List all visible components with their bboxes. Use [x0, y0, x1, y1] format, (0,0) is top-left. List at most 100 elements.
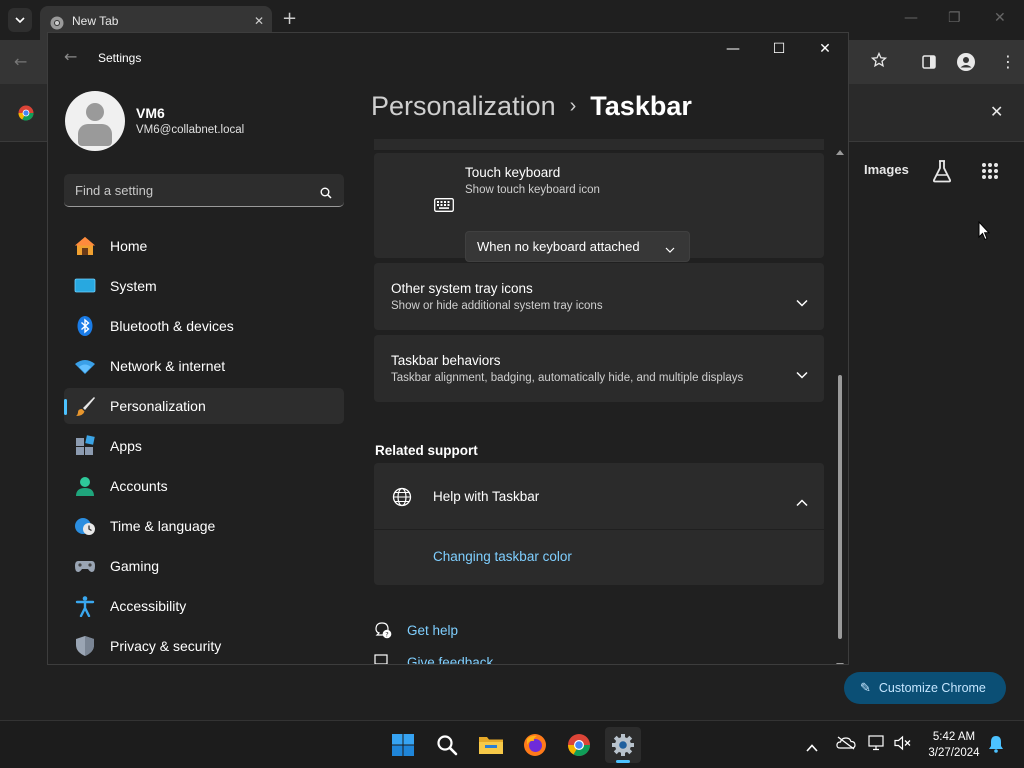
brush-icon — [74, 395, 96, 417]
close-icon[interactable]: ✕ — [254, 14, 264, 28]
bookmark-star-icon[interactable] — [870, 51, 888, 72]
window-title: Settings — [98, 51, 142, 65]
sidebar-item-label: Network & internet — [110, 358, 226, 374]
sidebar-item-apps[interactable]: Apps — [64, 428, 344, 464]
chevron-up-icon[interactable] — [806, 737, 818, 756]
kebab-menu-icon[interactable]: ⋮ — [1000, 52, 1016, 71]
taskbar-behaviors-card[interactable]: Taskbar behaviors Taskbar alignment, bad… — [374, 335, 824, 402]
new-tab-button[interactable]: + — [282, 8, 297, 29]
system-clock[interactable]: 5:42 AM 3/27/2024 — [918, 729, 990, 761]
sidebar-item-network[interactable]: Network & internet — [64, 348, 344, 384]
sidebar-item-label: Accounts — [110, 478, 168, 494]
back-arrow-icon[interactable]: ← — [64, 47, 77, 66]
previous-card-edge — [374, 139, 824, 151]
side-panel-icon[interactable] — [922, 54, 936, 73]
sidebar-item-accessibility[interactable]: Accessibility — [64, 588, 344, 624]
svg-text:?: ? — [385, 631, 388, 639]
sidebar-item-label: Accessibility — [110, 598, 187, 614]
touch-keyboard-dropdown[interactable]: When no keyboard attached — [465, 231, 690, 262]
close-button[interactable]: ✕ — [805, 41, 845, 61]
minimize-button[interactable]: — — [713, 41, 753, 61]
apps-icon — [74, 435, 96, 457]
profile-icon[interactable] — [957, 53, 975, 75]
back-arrow-icon[interactable]: ← — [14, 52, 27, 71]
get-help-link[interactable]: Get help — [407, 623, 458, 638]
settings-window: ← Settings — ☐ ✕ VM6 VM6@collabnet.local… — [47, 32, 849, 665]
sidebar-item-time-language[interactable]: Time & language — [64, 508, 344, 544]
breadcrumb: Personalization › Taskbar — [371, 91, 692, 122]
breadcrumb-parent[interactable]: Personalization — [371, 91, 556, 122]
scrollbar[interactable] — [834, 139, 846, 664]
wifi-icon — [74, 355, 96, 377]
help-with-taskbar-header[interactable]: Help with Taskbar — [374, 463, 824, 529]
settings-content: Touch keyboard Show touch keyboard icon … — [374, 139, 824, 664]
avatar[interactable] — [65, 91, 125, 151]
volume-muted-icon[interactable] — [894, 735, 912, 755]
sidebar-item-accounts[interactable]: Accounts — [64, 468, 344, 504]
profile-name: VM6 — [136, 105, 165, 121]
chevron-right-icon: › — [569, 95, 577, 117]
sidebar-item-label: Personalization — [110, 398, 206, 414]
keyboard-icon — [434, 197, 454, 216]
onedrive-offline-icon[interactable] — [836, 735, 856, 754]
customize-chrome-label: Customize Chrome — [878, 681, 986, 695]
scroll-thumb[interactable] — [838, 375, 842, 639]
search-input[interactable] — [64, 174, 344, 206]
settings-icon[interactable] — [605, 727, 641, 763]
clock-date: 3/27/2024 — [928, 747, 980, 759]
sidebar-item-system[interactable]: System — [64, 268, 344, 304]
tab-search-button[interactable] — [8, 8, 32, 32]
file-explorer-icon[interactable] — [473, 727, 509, 763]
sidebar-item-personalization[interactable]: Personalization — [64, 388, 344, 424]
firefox-icon[interactable] — [517, 727, 553, 763]
get-help-icon: ? — [374, 621, 392, 643]
globe-clock-icon — [74, 515, 96, 537]
chrome-logo-icon — [18, 105, 34, 125]
sidebar-item-bluetooth[interactable]: Bluetooth & devices — [64, 308, 344, 344]
touch-keyboard-title: Touch keyboard — [465, 165, 561, 180]
network-icon[interactable] — [868, 735, 886, 755]
sidebar-item-label: Time & language — [110, 518, 216, 534]
chrome-minimize-button[interactable]: — — [904, 10, 918, 26]
maximize-button[interactable]: ☐ — [759, 41, 799, 61]
chrome-icon[interactable] — [561, 727, 597, 763]
labs-flask-icon[interactable] — [931, 159, 953, 187]
home-icon — [74, 235, 96, 257]
sidebar-item-privacy-security[interactable]: Privacy & security — [64, 628, 344, 664]
accessibility-icon — [74, 595, 96, 618]
notification-bell-icon[interactable] — [988, 735, 1004, 757]
taskbar: 5:42 AM 3/27/2024 — [0, 720, 1024, 768]
apps-grid-icon[interactable] — [981, 162, 999, 184]
chevron-down-icon — [665, 241, 675, 256]
profile-email: VM6@collabnet.local — [136, 124, 245, 136]
search-icon[interactable] — [320, 184, 332, 203]
sidebar-item-label: Apps — [110, 438, 142, 454]
taskbar-behaviors-title: Taskbar behaviors — [391, 353, 501, 368]
chevron-down-icon — [15, 17, 25, 23]
help-with-taskbar-title: Help with Taskbar — [433, 489, 540, 504]
customize-chrome-button[interactable]: ✎ Customize Chrome — [844, 672, 1006, 704]
page-title: Taskbar — [590, 91, 692, 121]
chevron-down-icon[interactable] — [796, 292, 808, 311]
dropdown-value: When no keyboard attached — [477, 239, 640, 254]
search-box — [64, 174, 344, 207]
scroll-up-icon[interactable] — [835, 141, 845, 160]
chevron-down-icon[interactable] — [796, 364, 808, 383]
close-icon[interactable]: ✕ — [990, 102, 1003, 121]
chevron-up-icon[interactable] — [796, 492, 808, 511]
other-tray-icons-card[interactable]: Other system tray icons Show or hide add… — [374, 263, 824, 330]
images-link[interactable]: Images — [864, 162, 909, 177]
account-icon — [74, 475, 96, 497]
sidebar-item-gaming[interactable]: Gaming — [64, 548, 344, 584]
sidebar-item-home[interactable]: Home — [64, 228, 344, 264]
chrome-close-button[interactable]: ✕ — [994, 10, 1006, 26]
chrome-restore-button[interactable]: ❐ — [948, 10, 961, 26]
sidebar-item-label: Privacy & security — [110, 638, 222, 654]
start-icon[interactable] — [385, 727, 421, 763]
scroll-down-icon[interactable] — [835, 655, 845, 664]
changing-taskbar-color-link[interactable]: Changing taskbar color — [433, 549, 572, 564]
sidebar-item-label: Bluetooth & devices — [110, 318, 234, 334]
give-feedback-link[interactable]: Give feedback — [407, 655, 493, 664]
search-icon[interactable] — [429, 727, 465, 763]
feedback-icon — [374, 653, 392, 664]
